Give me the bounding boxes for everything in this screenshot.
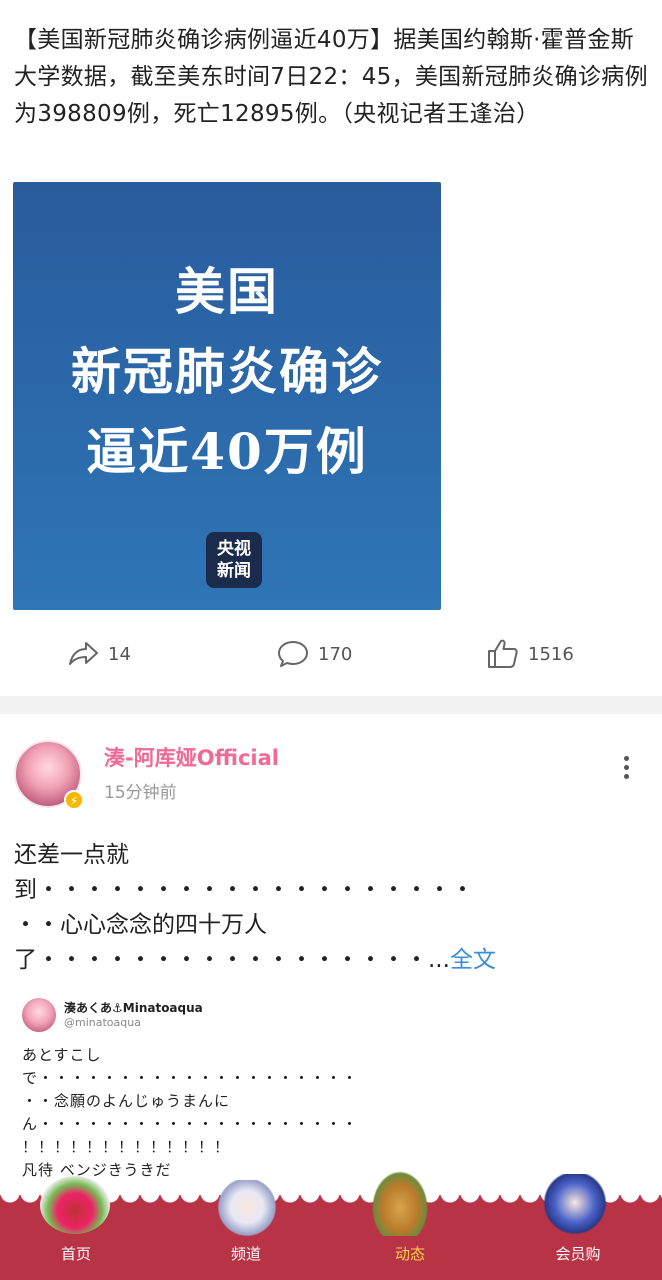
quoted-line: で・・・・・・・・・・・・・・・・・・・・ [22, 1069, 359, 1087]
full-text-link[interactable]: 全文 [450, 947, 496, 973]
quoted-handle: @minatoaqua [64, 1016, 141, 1029]
post-time: 15分钟前 [104, 783, 177, 803]
tab-vip-shop[interactable]: 会员购 [518, 1243, 638, 1264]
cctv-news-logo: 央视 新闻 [206, 532, 262, 588]
user-name[interactable]: 湊-阿库娅Official [104, 742, 279, 772]
post-text-line: ・・心心念念的四十万人 [14, 912, 267, 938]
section-divider [0, 696, 662, 714]
share-icon [69, 642, 98, 665]
news-image-card[interactable]: 美国 新冠肺炎确诊 逼近40万例 央视 新闻 [13, 182, 441, 610]
quoted-line: ん・・・・・・・・・・・・・・・・・・・・ [22, 1115, 359, 1133]
thumbs-up-icon [488, 639, 518, 668]
tab-channels[interactable]: 频道 [186, 1243, 306, 1264]
comment-icon [278, 641, 308, 667]
verified-badge-icon: ⚡ [64, 790, 84, 810]
share-count: 14 [108, 643, 131, 665]
mascot-girl-icon [214, 1180, 280, 1240]
like-button[interactable]: 1516 [486, 637, 574, 671]
post-text-line: 到・・・・・・・・・・・・・・・・・・・ [14, 877, 474, 903]
post-text-line: 还差一点就 [14, 842, 129, 868]
post-text-line-last: 了・・・・・・・・・・・・・・・・・... [14, 947, 450, 973]
comment-count: 170 [318, 643, 353, 665]
headline-line-2: 新冠肺炎确诊 [71, 342, 383, 401]
logo-line-1: 央视 [217, 539, 251, 559]
quoted-line: ・・念願のよんじゅうまんに [22, 1092, 231, 1110]
share-button[interactable]: 14 [66, 637, 131, 671]
comment-button[interactable]: 170 [276, 637, 352, 671]
tab-feed[interactable]: 动态 [350, 1243, 470, 1264]
food-illustration-icon [40, 1176, 110, 1234]
hotpot-illustration-icon [368, 1166, 432, 1236]
post-text: 【美国新冠肺炎确诊病例逼近40万】据美国约翰斯·霍普金斯大学数据，截至美东时间7… [14, 27, 648, 127]
quoted-line: ！！！！！！！！！！！！！ [22, 1138, 231, 1156]
post-text-line: 了・・・・・・・・・・・・・・・・・...全文 [14, 943, 650, 978]
headline-line-1: 美国 [175, 262, 279, 321]
tab-home[interactable]: 首页 [16, 1243, 136, 1264]
quoted-line: あとすこし [22, 1046, 102, 1064]
more-options-icon[interactable] [620, 756, 632, 784]
mascot-girl-blue-icon [540, 1174, 610, 1238]
news-headline: 美国 新冠肺炎确诊 逼近40万例 [13, 252, 441, 492]
like-count: 1516 [528, 643, 574, 665]
quoted-text: あとすこし で・・・・・・・・・・・・・・・・・・・・ ・・念願のよんじゅうまん… [22, 1044, 442, 1182]
quoted-avatar [22, 998, 56, 1032]
post-actions: 14 170 1516 [0, 637, 662, 673]
logo-line-2: 新闻 [217, 561, 251, 581]
quoted-name: 湊あくあ⚓Minatoaqua [64, 1001, 203, 1015]
headline-line-3: 逼近40万例 [86, 422, 368, 481]
post-text: 还差一点就 到・・・・・・・・・・・・・・・・・・・ ・・心心念念的四十万人 了… [14, 838, 650, 978]
